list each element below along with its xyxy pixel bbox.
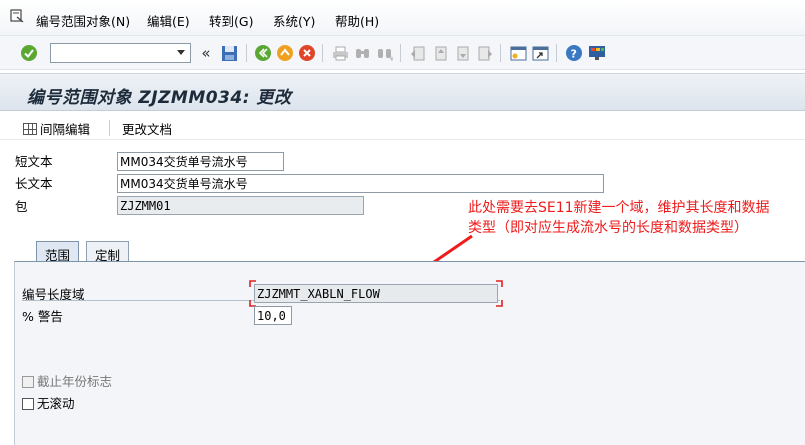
long-text-field[interactable]: MM034交货单号流水号 [117, 174, 604, 193]
menu-edit[interactable]: 编辑(E) [147, 15, 190, 29]
to-fiscal-year-checkbox [22, 376, 34, 388]
change-documents-label: 更改文档 [122, 122, 173, 137]
collapse-icon[interactable]: « [196, 43, 216, 63]
menu-system[interactable]: 系统(Y) [273, 15, 315, 29]
svg-text:?: ? [571, 48, 577, 61]
package-field: ZJZMM01 [117, 196, 364, 215]
create-session-icon[interactable] [508, 43, 528, 63]
long-text-label: 长文本 [15, 176, 53, 191]
previous-page-icon [430, 43, 450, 63]
change-documents-button[interactable]: 更改文档 [122, 119, 172, 138]
help-icon[interactable]: ? [564, 43, 584, 63]
first-page-icon [408, 43, 428, 63]
next-page-icon [452, 43, 472, 63]
interval-edit-label: 间隔编辑 [40, 122, 91, 137]
standard-toolbar: « + ? [0, 36, 805, 70]
menu-help[interactable]: 帮助(H) [335, 15, 379, 29]
enter-icon[interactable] [19, 43, 39, 63]
short-text-field[interactable]: MM034交货单号流水号 [117, 152, 284, 171]
customize-layout-icon[interactable] [587, 43, 607, 63]
menu-goto[interactable]: 转到(G) [209, 15, 253, 29]
screen-title-bar: 编号范围对象 ZJZMM034: 更改 [0, 73, 805, 111]
save-icon[interactable] [219, 43, 239, 63]
system-menu-icon[interactable] [9, 8, 25, 24]
command-dropdown-icon[interactable] [177, 50, 185, 55]
shortcut-icon[interactable] [530, 43, 550, 63]
last-page-icon [474, 43, 494, 63]
cancel-icon[interactable] [297, 43, 317, 63]
print-icon [330, 43, 350, 63]
menu-bar: 编号范围对象(N) 编辑(E) 转到(G) 系统(Y) 帮助(H) [0, 0, 805, 36]
annotation-line-1: 此处需要去SE11新建一个域，维护其长度和数据 [468, 200, 770, 216]
highlight-bracket-icon [249, 280, 503, 307]
interval-edit-button[interactable]: 间隔编辑 [23, 119, 90, 138]
tab-customizing[interactable]: 定制 [86, 241, 130, 263]
tab-range[interactable]: 范围 [36, 241, 80, 263]
menu-number-range-object[interactable]: 编号范围对象(N) [36, 15, 130, 29]
warning-percent-field[interactable]: 10,0 [254, 306, 292, 325]
command-field[interactable] [50, 43, 191, 63]
find-icon [352, 43, 372, 63]
annotation-line-2: 类型（即对应生成流水号的长度和数据类型） [468, 220, 748, 236]
find-next-icon: + [374, 43, 394, 63]
application-toolbar: 间隔编辑 更改文档 [0, 112, 805, 140]
package-label: 包 [15, 199, 28, 214]
to-fiscal-year-label: 截止年份标志 [37, 374, 113, 389]
back-icon[interactable] [253, 43, 273, 63]
exit-icon[interactable] [275, 43, 295, 63]
svg-text:+: + [389, 55, 393, 62]
warning-percent-label: % 警告 [22, 309, 63, 324]
short-text-label: 短文本 [15, 154, 53, 169]
page-title: 编号范围对象 ZJZMM034: 更改 [27, 88, 292, 108]
no-rolling-checkbox[interactable] [22, 398, 34, 410]
no-rolling-label: 无滚动 [37, 396, 75, 411]
interval-grid-icon [23, 122, 37, 135]
